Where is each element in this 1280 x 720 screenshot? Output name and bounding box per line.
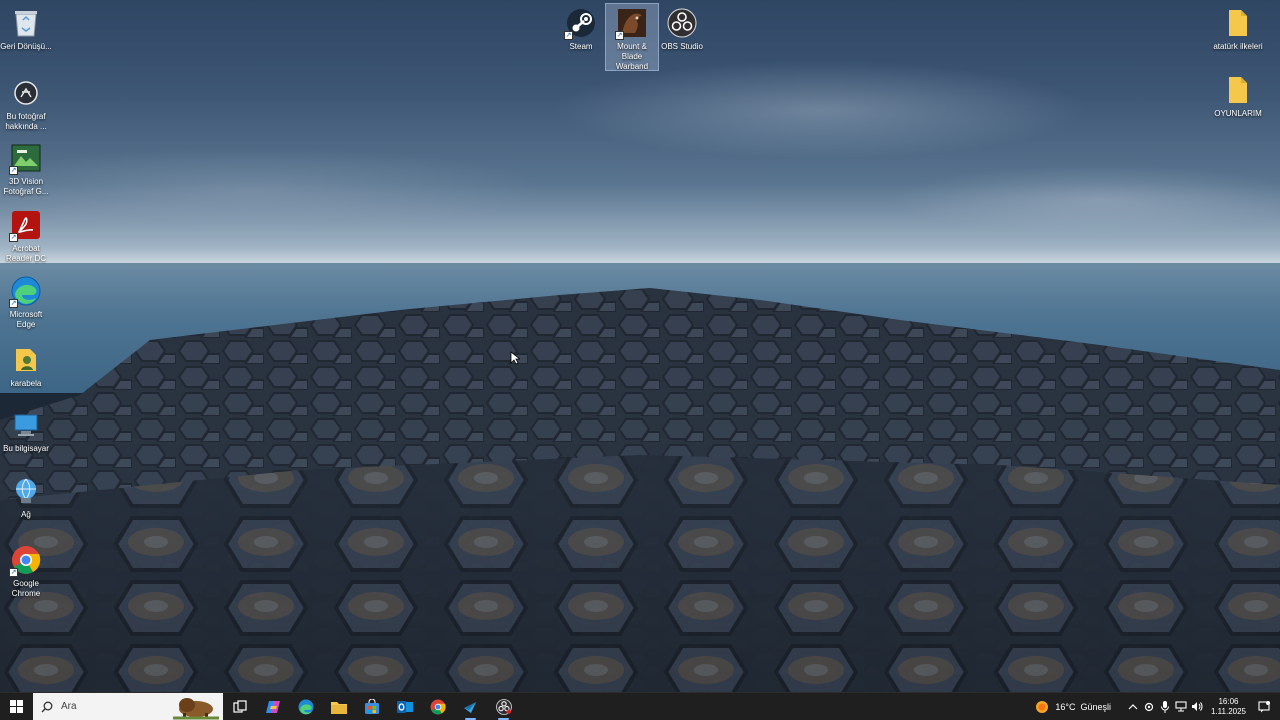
chrome-icon: [430, 699, 446, 714]
desktop-icon-this-pc[interactable]: Bu bilgisayar: [0, 408, 52, 454]
edge-icon: ↗: [9, 274, 43, 308]
desktop-icon-label: OBS Studio: [661, 42, 703, 51]
desktop-icon-oyunlarim[interactable]: OYUNLARIM: [1212, 73, 1264, 119]
weather-desc: Güneşli: [1080, 701, 1111, 712]
desktop-icon-label: Bu bilgisayar: [3, 444, 49, 453]
desktop-icon-mount-blade[interactable]: ↗ Mount & Blade Warband: [605, 3, 659, 71]
desktop-icon-label: Google Chrome: [11, 579, 41, 598]
file-explorer-button[interactable]: [322, 693, 355, 720]
desktop-icon-network[interactable]: Ağ: [0, 474, 52, 520]
weather-widget[interactable]: 16°C Güneşli: [1035, 700, 1111, 714]
chevron-up-icon: [1128, 703, 1138, 709]
desktop-icon-label: 3D Vision Fotoğraf G...: [3, 177, 49, 196]
clock[interactable]: 16:06 1.11.2025: [1211, 697, 1246, 717]
clock-time: 16:06: [1218, 696, 1239, 706]
folder-icon: [1221, 73, 1255, 107]
microphone-icon: [1161, 700, 1169, 713]
search-box[interactable]: Ara: [33, 692, 223, 720]
desktop-icon-label: Mount & Blade Warband: [615, 42, 649, 71]
acrobat-icon: ↗: [9, 208, 43, 242]
shield-settings-icon: [1144, 702, 1154, 711]
mouse-cursor-icon: [510, 351, 520, 365]
clock-date: 1.11.2025: [1211, 706, 1246, 716]
desktop-icon-about-photo[interactable]: Bu fotoğraf hakkında ...: [0, 76, 52, 132]
desktop-icon-chrome[interactable]: ↗ Google Chrome: [0, 543, 52, 599]
desktop-icon-edge[interactable]: ↗ Microsoft Edge: [0, 274, 52, 330]
desktop-icon-label: Steam: [569, 42, 593, 51]
network-icon: [9, 474, 43, 508]
desktop-icon-label: OYUNLARIM: [1214, 109, 1262, 118]
obs-icon: [495, 698, 512, 715]
task-view-icon: [232, 699, 247, 713]
desktop-icon-label: Bu fotoğraf hakkında ...: [5, 112, 47, 131]
show-hidden-icons-button[interactable]: [1125, 693, 1141, 720]
desktop-icon-ataturk[interactable]: atatürk ilkeleri: [1212, 6, 1264, 52]
camera-info-icon: [9, 76, 43, 110]
search-icon: [41, 701, 53, 712]
desktop-icon-label: Ağ: [21, 510, 31, 519]
desktop-icon-label: Geri Dönüşü...: [0, 42, 52, 51]
start-button[interactable]: [0, 693, 33, 720]
search-highlight-bison-icon: [173, 697, 219, 719]
network-status-button[interactable]: [1173, 693, 1189, 720]
file-icon: [1221, 6, 1255, 40]
edge-icon: [298, 699, 313, 714]
volume-button[interactable]: [1189, 693, 1205, 720]
steam-icon: [463, 701, 476, 713]
store-icon: [364, 698, 379, 714]
desktop-icon-label: Acrobat Reader DC: [5, 244, 46, 263]
microphone-button[interactable]: [1157, 693, 1173, 720]
folder-image-icon: [9, 343, 43, 377]
computer-icon: [9, 408, 43, 442]
taskbar-chrome-button[interactable]: [421, 693, 454, 720]
desktop-icon-recycle-bin[interactable]: Geri Dönüşü...: [0, 6, 52, 52]
steam-icon: ↗: [564, 6, 598, 40]
taskbar-edge-button[interactable]: [289, 693, 322, 720]
taskbar-obs-button[interactable]: [487, 693, 520, 720]
desktop-icon-label: Microsoft Edge: [9, 310, 43, 329]
taskbar-steam-button[interactable]: [454, 693, 487, 720]
chrome-icon: ↗: [9, 543, 43, 577]
wallpaper-basalt-columns: [0, 288, 1280, 692]
mount-blade-icon: ↗: [615, 6, 649, 40]
desktop-icon-steam[interactable]: ↗ Steam: [555, 6, 607, 52]
file-explorer-icon: [330, 701, 347, 714]
outlook-icon: [396, 700, 413, 713]
outlook-button[interactable]: [388, 693, 421, 720]
desktop-icon-label: atatürk ilkeleri: [1213, 42, 1263, 51]
windows-logo-icon: [10, 700, 23, 713]
taskbar: Ara 16°C Güneşli 16:06 1.11.2025: [0, 692, 1280, 720]
copilot-button[interactable]: [256, 693, 289, 720]
desktop-icon-karabela[interactable]: karabela: [0, 343, 52, 389]
copilot-icon: [265, 700, 280, 713]
recycle-bin-icon: [9, 6, 43, 40]
speaker-icon: [1192, 702, 1203, 711]
notifications-button[interactable]: [1256, 693, 1272, 720]
sun-icon: [1036, 700, 1049, 713]
desktop-wallpaper: [0, 0, 1280, 692]
notification-icon: [1258, 700, 1270, 712]
tray-security-button[interactable]: [1141, 693, 1157, 720]
store-button[interactable]: [355, 693, 388, 720]
network-wired-icon: [1175, 701, 1187, 712]
desktop-icon-3d-vision[interactable]: ↗ 3D Vision Fotoğraf G...: [0, 141, 52, 197]
task-view-button[interactable]: [223, 693, 256, 720]
obs-icon: [665, 6, 699, 40]
system-tray: 16°C Güneşli 16:06 1.11.2025: [1035, 693, 1280, 720]
weather-temp: 16°C: [1055, 701, 1076, 712]
desktop-icon-obs[interactable]: OBS Studio: [656, 6, 708, 52]
search-placeholder: Ara: [61, 701, 77, 712]
3d-vision-icon: ↗: [9, 141, 43, 175]
desktop-icon-acrobat[interactable]: ↗ Acrobat Reader DC: [0, 208, 52, 264]
desktop-icon-label: karabela: [10, 379, 42, 388]
